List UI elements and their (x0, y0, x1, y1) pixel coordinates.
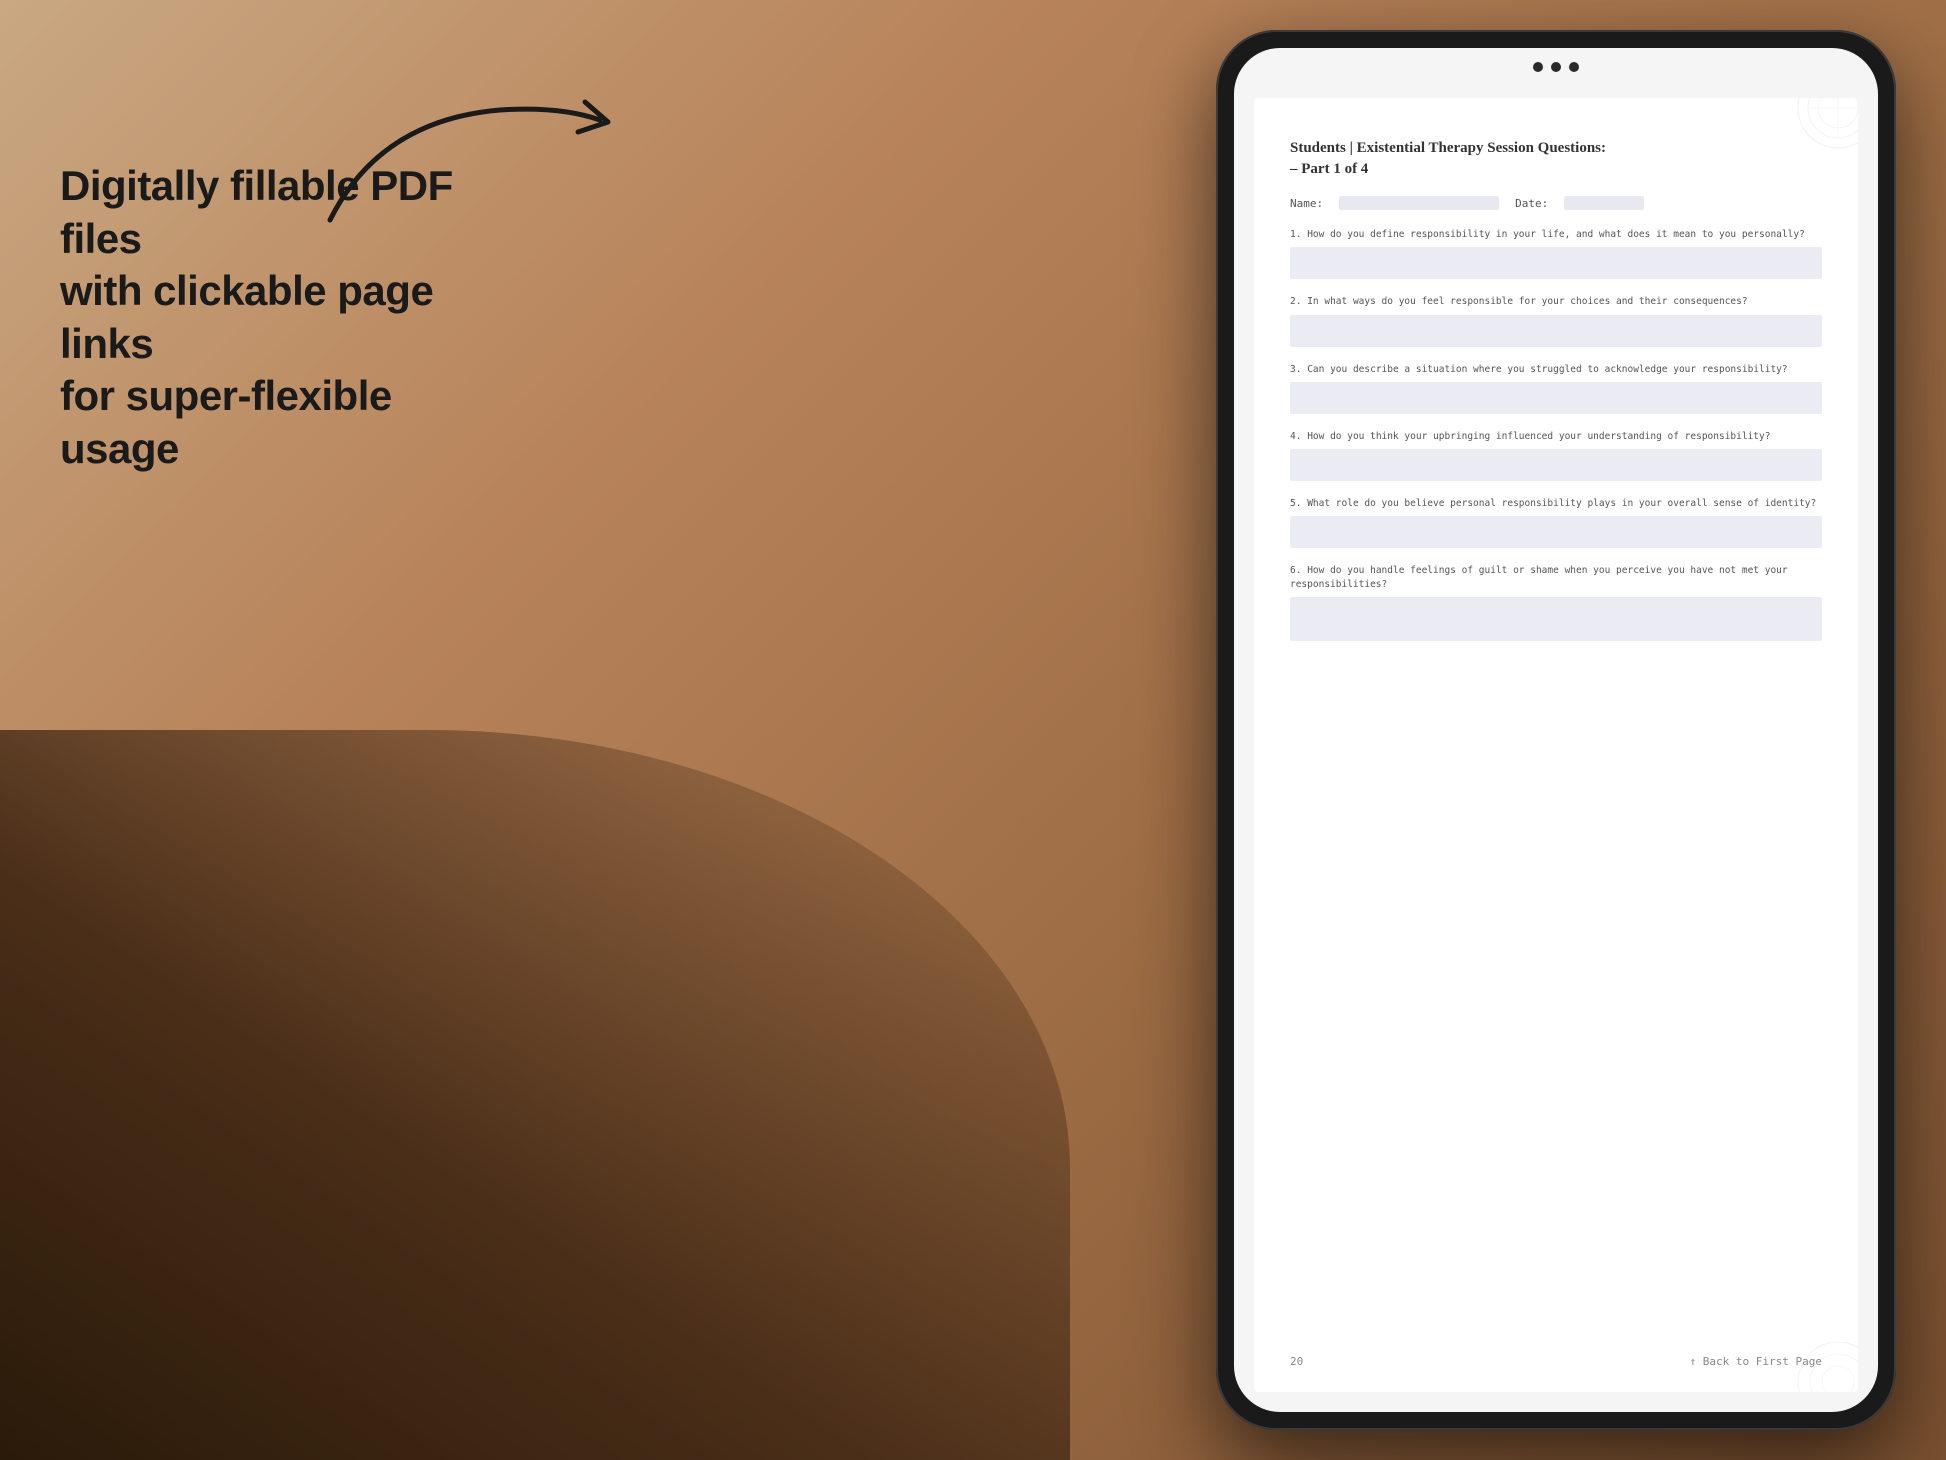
name-label: Name: (1290, 197, 1323, 210)
date-label: Date: (1515, 197, 1548, 210)
question-6: 6. How do you handle feelings of guilt o… (1290, 564, 1822, 641)
question-1: 1. How do you define responsibility in y… (1290, 228, 1822, 279)
tablet-frame: Students | Existential Therapy Session Q… (1216, 30, 1896, 1430)
pdf-title-line2: – Part 1 of 4 (1290, 161, 1368, 177)
answer-box-1[interactable] (1290, 247, 1822, 279)
pdf-title-line1: Students | Existential Therapy Session Q… (1290, 140, 1606, 156)
footer-decoration (1738, 1342, 1858, 1392)
name-field[interactable] (1339, 196, 1499, 210)
answer-box-5[interactable] (1290, 516, 1822, 548)
question-1-text: 1. How do you define responsibility in y… (1290, 228, 1822, 241)
date-field[interactable] (1564, 196, 1644, 210)
question-5: 5. What role do you believe personal res… (1290, 497, 1822, 548)
pdf-page: Students | Existential Therapy Session Q… (1254, 98, 1858, 1392)
question-2: 2. In what ways do you feel responsible … (1290, 295, 1822, 346)
question-2-text: 2. In what ways do you feel responsible … (1290, 295, 1822, 308)
answer-box-3[interactable] (1290, 382, 1822, 414)
pdf-page-number: 20 (1290, 1355, 1303, 1368)
promo-line3: for super-flexible usage (60, 372, 392, 472)
header-decoration (1738, 98, 1858, 158)
promo-label: Digitally fillable PDF files with clicka… (60, 160, 480, 475)
answer-box-4[interactable] (1290, 449, 1822, 481)
answer-box-2[interactable] (1290, 315, 1822, 347)
question-5-text: 5. What role do you believe personal res… (1290, 497, 1822, 510)
camera-dot-1 (1533, 62, 1543, 72)
question-4-text: 4. How do you think your upbringing infl… (1290, 430, 1822, 443)
tablet: Students | Existential Therapy Session Q… (1216, 30, 1896, 1430)
promo-line2: with clickable page links (60, 267, 433, 367)
camera-dot-3 (1569, 62, 1579, 72)
camera-dot-2 (1551, 62, 1561, 72)
tablet-camera (1533, 62, 1579, 72)
question-4: 4. How do you think your upbringing infl… (1290, 430, 1822, 481)
question-3: 3. Can you describe a situation where yo… (1290, 363, 1822, 414)
question-3-text: 3. Can you describe a situation where yo… (1290, 363, 1822, 376)
left-promo-text: Digitally fillable PDF files with clicka… (60, 160, 480, 475)
promo-line1: Digitally fillable PDF files (60, 162, 453, 262)
question-6-text: 6. How do you handle feelings of guilt o… (1290, 564, 1822, 591)
tablet-screen: Students | Existential Therapy Session Q… (1234, 48, 1878, 1412)
answer-box-6[interactable] (1290, 597, 1822, 641)
pdf-name-date-row: Name: Date: (1290, 196, 1822, 210)
